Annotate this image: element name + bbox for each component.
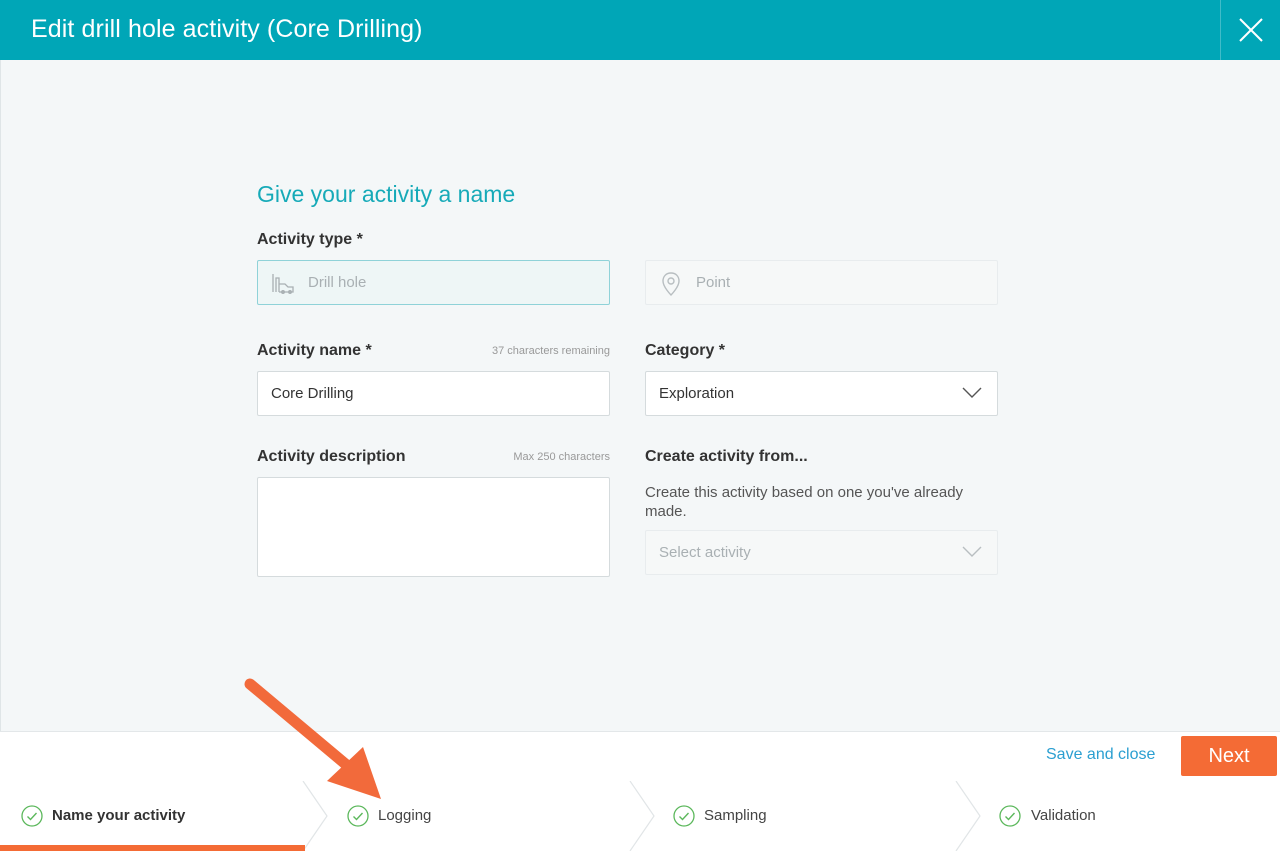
activity-type-drill-hole-option[interactable]: Drill hole: [257, 260, 610, 305]
check-circle-icon: [999, 805, 1021, 827]
check-circle-icon: [347, 805, 369, 827]
step-sampling[interactable]: Sampling: [656, 781, 956, 849]
select-activity-dropdown[interactable]: Select activity: [645, 530, 998, 575]
drill-rig-icon: [272, 274, 294, 294]
step-separator: [302, 781, 328, 851]
activity-description-label: Activity description: [257, 448, 406, 465]
characters-remaining-hint: 37 characters remaining: [491, 345, 610, 357]
save-and-close-link[interactable]: Save and close: [1046, 746, 1155, 764]
next-button[interactable]: Next: [1181, 736, 1277, 776]
create-from-label: Create activity from...: [645, 448, 808, 465]
content-left-border: [0, 60, 1, 732]
activity-name-label: Activity name *: [257, 342, 372, 359]
activity-type-point-option[interactable]: Point: [645, 260, 998, 305]
activity-type-label: Activity type *: [257, 231, 363, 248]
point-option-label: Point: [696, 274, 731, 291]
category-select[interactable]: Exploration: [645, 371, 998, 416]
step-label: Logging: [378, 807, 432, 824]
chevron-down-icon: [962, 546, 982, 557]
section-title: Give your activity a name: [257, 181, 516, 207]
modal-header: Edit drill hole activity (Core Drilling): [0, 0, 1280, 60]
map-pin-icon: [662, 272, 680, 296]
activity-name-input[interactable]: Core Drilling: [257, 371, 610, 416]
max-characters-hint: Max 250 characters: [513, 451, 610, 463]
check-circle-icon: [673, 805, 695, 827]
chevron-down-icon: [962, 387, 982, 398]
active-step-indicator: [0, 845, 305, 851]
create-from-description: Create this activity based on one you've…: [645, 484, 964, 520]
step-name-your-activity[interactable]: Name your activity: [0, 781, 320, 849]
step-separator: [629, 781, 655, 851]
select-activity-placeholder: Select activity: [659, 544, 751, 561]
step-logging[interactable]: Logging: [330, 781, 630, 849]
modal-title: Edit drill hole activity (Core Drilling): [31, 15, 423, 43]
annotation-arrow-icon: [244, 678, 381, 799]
drill-hole-option-label: Drill hole: [308, 274, 367, 291]
close-button[interactable]: [1220, 0, 1280, 60]
wizard-steps: Name your activity Logging Sampling Vali…: [0, 781, 1280, 851]
check-circle-icon: [21, 805, 43, 827]
category-value: Exploration: [659, 385, 735, 402]
step-label: Validation: [1031, 807, 1096, 824]
category-label: Category *: [645, 342, 726, 359]
step-separator: [955, 781, 981, 851]
activity-description-textarea[interactable]: [257, 477, 610, 577]
activity-name-value: Core Drilling: [271, 385, 354, 402]
step-label: Name your activity: [52, 807, 186, 824]
step-label: Sampling: [704, 807, 767, 824]
close-icon: [1239, 18, 1263, 42]
step-validation[interactable]: Validation: [982, 781, 1280, 849]
